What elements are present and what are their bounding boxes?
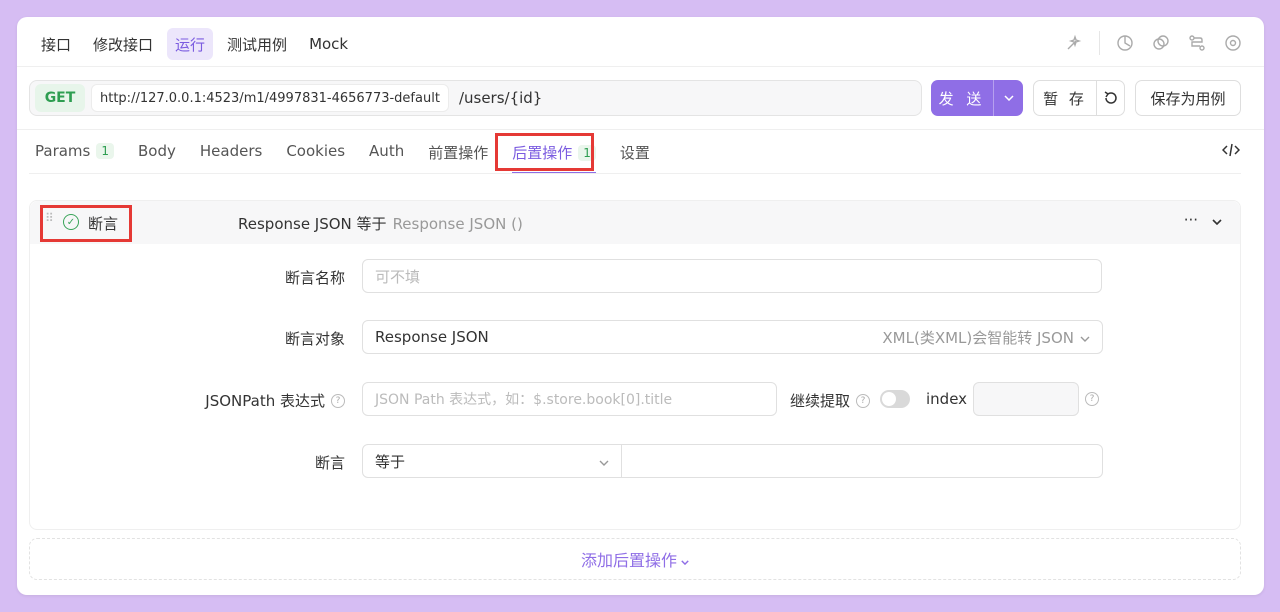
operator-value: 等于: [375, 452, 406, 471]
processor-header[interactable]: ⠿ ✓ 断言 Response JSON 等于 Response JSON () …: [30, 201, 1240, 244]
nav-edit-interface[interactable]: 修改接口: [85, 28, 161, 60]
share-icon[interactable]: [1114, 32, 1136, 54]
temp-save-button[interactable]: 暂 存: [1034, 81, 1097, 115]
tab-cookies[interactable]: Cookies: [286, 135, 345, 167]
settings-icon[interactable]: [1222, 32, 1244, 54]
nav-run[interactable]: 运行: [167, 28, 214, 60]
tab-settings[interactable]: 设置: [620, 135, 650, 170]
target-value: Response JSON: [375, 328, 489, 346]
assertion-name-label: 断言名称: [284, 269, 345, 287]
send-label[interactable]: 发 送: [931, 80, 993, 116]
chevron-down-icon: [599, 452, 609, 470]
divider: [17, 129, 1264, 130]
summary-hint: Response JSON (): [392, 215, 523, 233]
summary-text: Response JSON 等于: [238, 215, 387, 233]
chevron-down-icon[interactable]: [1212, 211, 1222, 229]
assertion-target-select[interactable]: Response JSON XML(类XML)会智能转 JSON: [362, 320, 1103, 354]
nav-mock[interactable]: Mock: [301, 28, 356, 60]
reset-icon[interactable]: [1097, 81, 1124, 115]
url-path-input[interactable]: /users/{id}: [459, 89, 542, 107]
api-run-panel: 接口 修改接口 运行 测试用例 Mock GET http://127.0.0.…: [17, 17, 1264, 595]
tab-count: 1: [96, 143, 114, 159]
jsonpath-label-text: JSONPath 表达式: [205, 392, 325, 410]
divider: [17, 66, 1264, 67]
assertion-name-input[interactable]: 可不填: [362, 259, 1102, 293]
tab-headers[interactable]: Headers: [200, 135, 262, 167]
url-bar[interactable]: GET http://127.0.0.1:4523/m1/4997831-465…: [29, 80, 922, 116]
tab-label: 前置操作: [428, 144, 489, 162]
jsonpath-input[interactable]: JSON Path 表达式，如：$.store.book[0].title: [362, 382, 777, 416]
more-icon[interactable]: ···: [1184, 211, 1198, 229]
top-toolbar: [1063, 31, 1244, 55]
send-button[interactable]: 发 送: [931, 80, 1023, 116]
assertion-target-label: 断言对象: [284, 330, 345, 348]
tab-params[interactable]: Params 1: [35, 135, 114, 167]
save-as-case-button[interactable]: 保存为用例: [1135, 80, 1241, 116]
tab-label: Auth: [369, 142, 405, 160]
divider: [29, 173, 1241, 174]
assertion-label: 断言: [314, 454, 345, 472]
temp-save-group: 暂 存: [1033, 80, 1125, 116]
help-icon[interactable]: ?: [331, 393, 345, 408]
index-label: index: [926, 390, 968, 408]
continue-extract: 继续提取 ?: [790, 390, 871, 411]
tab-label: Headers: [199, 142, 263, 160]
continue-extract-label: 继续提取: [790, 392, 851, 410]
nav-interface[interactable]: 接口: [33, 28, 79, 60]
jsonpath-label: JSONPath 表达式?: [205, 390, 345, 411]
method-select[interactable]: GET: [35, 84, 85, 112]
magic-wand-icon[interactable]: [1063, 32, 1085, 54]
tab-label: Cookies: [286, 142, 346, 160]
index-input[interactable]: [973, 382, 1079, 416]
base-url-env[interactable]: http://127.0.0.1:4523/m1/4997831-4656773…: [91, 84, 449, 112]
help-icon[interactable]: ?: [856, 393, 871, 408]
highlight-box: [495, 133, 594, 171]
chevron-down-icon[interactable]: [993, 80, 1023, 116]
tab-pre-processors[interactable]: 前置操作: [428, 135, 488, 170]
continue-extract-toggle[interactable]: [880, 390, 910, 408]
highlight-box: [40, 205, 132, 242]
toolbar-separator: [1099, 31, 1100, 55]
tab-label: 设置: [619, 144, 650, 162]
tab-label: Body: [138, 142, 176, 160]
add-post-label: 添加后置操作: [580, 551, 677, 570]
tab-body[interactable]: Body: [138, 135, 176, 167]
chevron-down-icon: [681, 550, 689, 569]
copy-icon[interactable]: [1150, 32, 1172, 54]
processor-summary: Response JSON 等于 Response JSON (): [238, 213, 523, 234]
tab-auth[interactable]: Auth: [369, 135, 404, 167]
processor-actions: ···: [1184, 211, 1222, 229]
flow-icon[interactable]: [1186, 32, 1208, 54]
top-nav: 接口 修改接口 运行 测试用例 Mock: [33, 28, 356, 60]
add-post-processor-button[interactable]: 添加后置操作: [29, 538, 1241, 580]
help-icon[interactable]: ?: [1085, 392, 1099, 406]
target-hint: XML(类XML)会智能转 JSON: [882, 328, 1074, 347]
chevron-down-icon: [1080, 328, 1090, 346]
tab-label: Params: [35, 142, 91, 160]
assertion-processor: ⠿ ✓ 断言 Response JSON 等于 Response JSON () …: [29, 200, 1241, 530]
nav-test-cases[interactable]: 测试用例: [219, 28, 295, 60]
assertion-value-input[interactable]: [621, 444, 1103, 478]
code-icon[interactable]: [1221, 143, 1241, 161]
assertion-operator-select[interactable]: 等于: [362, 444, 622, 478]
